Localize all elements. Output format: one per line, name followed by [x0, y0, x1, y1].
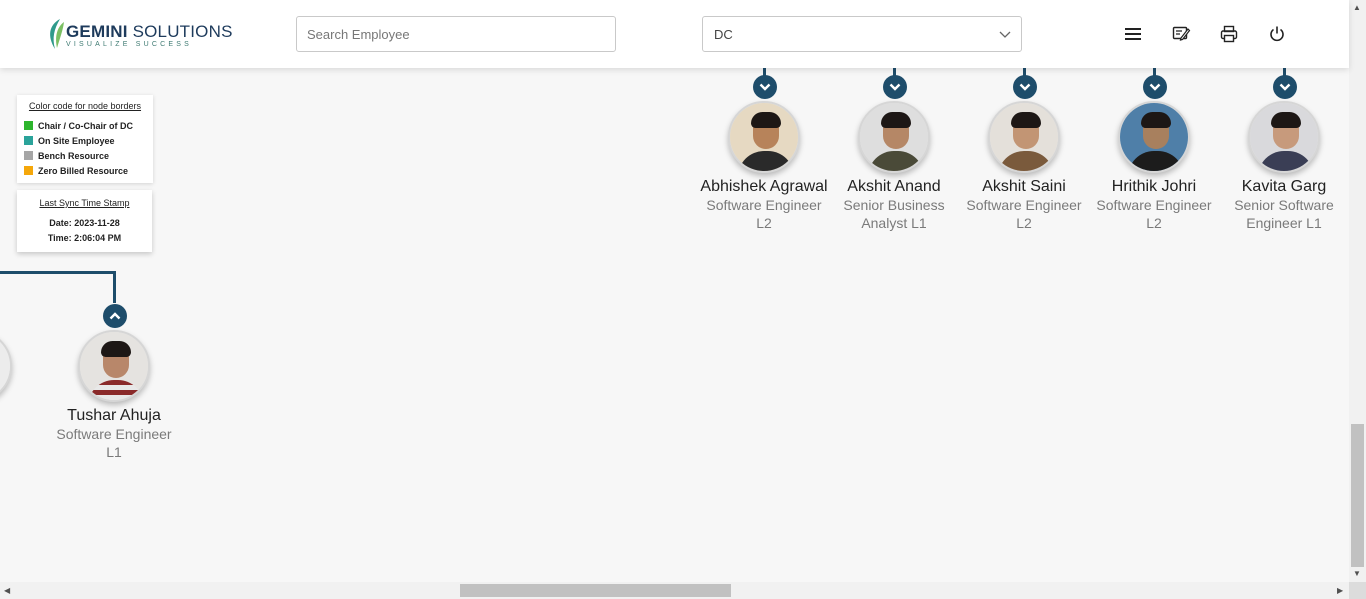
employee-node[interactable]: Hrithik Johri Software Engineer L2: [1089, 101, 1219, 232]
color-legend: Color code for node borders Chair / Co-C…: [17, 95, 153, 183]
employee-avatar: [1248, 101, 1320, 173]
sync-time: Time: 2:06:04 PM: [47, 233, 122, 243]
connector-line: [0, 271, 116, 274]
menu-icon[interactable]: [1123, 24, 1143, 44]
legend-title: Color code for node borders: [28, 101, 142, 111]
chevron-down-icon: [999, 31, 1011, 38]
employee-avatar: [728, 101, 800, 173]
employee-avatar: [988, 101, 1060, 173]
gemini-logo[interactable]: GEMINI SOLUTIONS VISUALIZE SUCCESS: [46, 16, 232, 52]
collapse-toggle-icon[interactable]: [103, 304, 127, 328]
employee-node[interactable]: Akshit Anand Senior Business Analyst L1: [829, 101, 959, 232]
employee-title: Software Engineer L2: [966, 197, 1082, 231]
expand-toggle-icon[interactable]: [753, 75, 777, 99]
connector-line: [113, 271, 116, 303]
employee-title: Software Engineer L2: [706, 197, 822, 231]
scrollbar-corner: [1349, 582, 1366, 599]
org-chart-canvas[interactable]: Abhishek Agrawal Software Engineer L2 Ak…: [0, 68, 1349, 582]
top-header: GEMINI SOLUTIONS VISUALIZE SUCCESS DC: [0, 0, 1349, 68]
employee-avatar: [1118, 101, 1190, 173]
legend-item: Chair / Co-Chair of DC: [24, 121, 133, 133]
expand-toggle-icon[interactable]: [1013, 75, 1037, 99]
legend-item: On Site Employee: [24, 136, 115, 148]
color-swatch: [24, 166, 33, 175]
department-select-value: DC: [714, 27, 733, 42]
employee-name: Abhishek Agrawal: [700, 178, 828, 195]
search-employee-input[interactable]: [296, 16, 616, 52]
legend-item: Bench Resource: [24, 151, 109, 163]
edit-note-icon[interactable]: [1171, 24, 1191, 44]
employee-title: ngineer: [0, 425, 41, 443]
scroll-up-arrow-icon[interactable]: ▲: [1353, 3, 1361, 12]
expand-toggle-icon[interactable]: [883, 75, 907, 99]
color-swatch: [24, 151, 33, 160]
print-icon[interactable]: [1219, 24, 1239, 44]
employee-avatar: [78, 330, 150, 402]
employee-node[interactable]: Tushar Ahuja Software Engineer L1: [49, 330, 179, 461]
employee-title: Senior Business Analyst L1: [843, 197, 945, 231]
employee-name: Akshit Saini: [982, 178, 1066, 195]
legend-item: Zero Billed Resource: [24, 166, 128, 178]
expand-toggle-icon[interactable]: [1143, 75, 1167, 99]
employee-title: Senior Software Engineer L1: [1234, 197, 1334, 231]
employee-title: Software Engineer L1: [56, 426, 172, 460]
logo-wordmark: GEMINI SOLUTIONS: [66, 22, 233, 41]
scroll-down-arrow-icon[interactable]: ▼: [1353, 569, 1361, 578]
last-sync-card: Last Sync Time Stamp Date: 2023-11-28 Ti…: [17, 190, 152, 252]
horizontal-scroll-thumb[interactable]: [460, 584, 731, 597]
employee-avatar: [858, 101, 930, 173]
employee-node[interactable]: Abhishek Agrawal Software Engineer L2: [699, 101, 829, 232]
color-swatch: [24, 121, 33, 130]
scroll-right-arrow-icon[interactable]: ▶: [1337, 586, 1343, 595]
employee-title: Software Engineer L2: [1096, 197, 1212, 231]
employee-node[interactable]: Kavita Garg Senior Software Engineer L1: [1219, 101, 1349, 232]
employee-name: Hrithik Johri: [1111, 178, 1197, 195]
power-icon[interactable]: [1267, 24, 1287, 44]
employee-node[interactable]: arma ngineer: [0, 330, 41, 443]
department-select[interactable]: DC: [702, 16, 1022, 52]
employee-name: arma: [0, 407, 41, 425]
sync-title: Last Sync Time Stamp: [39, 198, 130, 208]
vertical-scrollbar[interactable]: ▲ ▼: [1349, 0, 1366, 582]
vertical-scroll-thumb[interactable]: [1351, 424, 1364, 567]
horizontal-scrollbar[interactable]: ◀ ▶: [0, 582, 1349, 599]
sync-date: Date: 2023-11-28: [49, 218, 120, 228]
employee-avatar: [0, 330, 12, 402]
color-swatch: [24, 136, 33, 145]
employee-name: Kavita Garg: [1241, 178, 1327, 195]
expand-toggle-icon[interactable]: [1273, 75, 1297, 99]
leaf-logo-icon: [50, 19, 64, 49]
employee-name: Akshit Anand: [847, 178, 941, 195]
employee-node[interactable]: Akshit Saini Software Engineer L2: [959, 101, 1089, 232]
logo-tagline: VISUALIZE SUCCESS: [66, 41, 192, 48]
employee-name: Tushar Ahuja: [67, 407, 161, 424]
scroll-left-arrow-icon[interactable]: ◀: [4, 586, 10, 595]
